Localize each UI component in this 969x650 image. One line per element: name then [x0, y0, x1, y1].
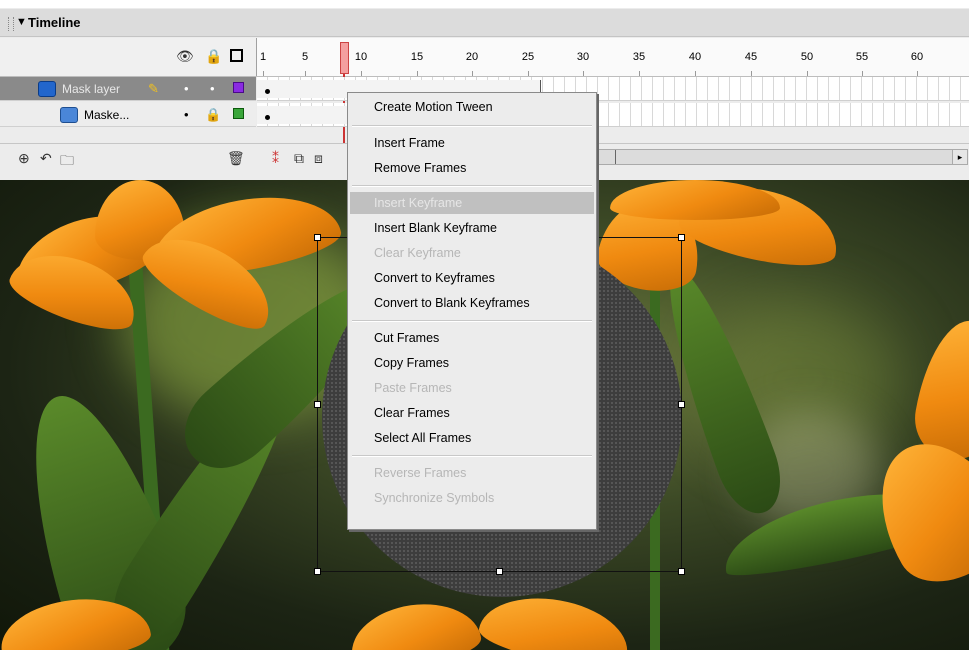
menu-item-clear-frames[interactable]: Clear Frames — [350, 402, 594, 424]
masked-layer-icon — [60, 107, 78, 123]
ruler-tick-line — [583, 71, 584, 76]
ruler-tick-label: 20 — [465, 51, 479, 63]
visibility-dot[interactable]: • — [184, 81, 189, 96]
menu-item-convert-to-blank-keyframes[interactable]: Convert to Blank Keyframes — [350, 292, 594, 314]
timeline-header: 👁 🔒 1 5 10 15 20 25 30 35 40 45 50 55 60 — [0, 38, 969, 77]
ruler-tick-label: 25 — [521, 51, 535, 63]
lock-dot[interactable]: • — [210, 81, 215, 96]
ruler-tick-line — [528, 71, 529, 76]
panel-title: Timeline — [28, 15, 81, 30]
layer-name-cell[interactable]: Maske... • 🔒 — [0, 103, 256, 127]
transform-handle[interactable] — [678, 401, 685, 408]
eye-icon[interactable]: 👁 — [176, 48, 194, 65]
ruler-tick-line — [263, 71, 264, 76]
ruler-tick-label: 55 — [855, 51, 869, 63]
ruler-tick-label: 35 — [632, 51, 646, 63]
lock-icon[interactable]: 🔒 — [205, 107, 221, 123]
ruler-tick-line — [361, 71, 362, 76]
frame-ruler[interactable]: 1 5 10 15 20 25 30 35 40 45 50 55 60 — [256, 38, 969, 76]
ruler-tick-label: 1 — [259, 51, 267, 63]
transform-handle[interactable] — [314, 234, 321, 241]
top-strip — [0, 0, 969, 8]
menu-item-paste-frames: Paste Frames — [374, 381, 452, 395]
scroll-right-arrow-icon[interactable]: ▸ — [952, 150, 967, 164]
menu-item-cut-frames[interactable]: Cut Frames — [350, 327, 594, 349]
outline-icon[interactable] — [230, 49, 243, 62]
keyframe-dot[interactable] — [265, 115, 270, 120]
ruler-tick-label: 30 — [576, 51, 590, 63]
ruler-tick-line — [639, 71, 640, 76]
ruler-tick-label: 10 — [354, 51, 368, 63]
menu-item-copy-frames[interactable]: Copy Frames — [350, 352, 594, 374]
layer-name-cell[interactable]: Mask layer ✎ • • — [0, 77, 256, 101]
menu-item-insert-keyframe[interactable]: Insert Keyframe — [350, 192, 594, 215]
center-frame-icon[interactable]: ⁑ — [272, 150, 279, 167]
ruler-tick-line — [305, 71, 306, 76]
insert-folder-icon[interactable]: 🗀 — [60, 150, 74, 174]
mask-layer-icon — [38, 81, 56, 97]
layer-color-swatch[interactable] — [233, 108, 244, 119]
menu-item-convert-to-keyframes[interactable]: Convert to Keyframes — [350, 267, 594, 289]
menu-item-reverse-frames: Reverse Frames — [374, 466, 467, 481]
layer-color-swatch[interactable] — [233, 82, 244, 93]
menu-item-synchronize-symbols: Synchronize Symbols — [374, 491, 495, 506]
ruler-tick-line — [862, 71, 863, 76]
playhead[interactable] — [340, 42, 349, 74]
pencil-icon: ✎ — [148, 81, 159, 96]
collapse-triangle-icon[interactable]: ▼ — [16, 16, 27, 28]
add-motion-guide-icon[interactable]: ↶ — [40, 150, 52, 167]
transform-handle[interactable] — [314, 401, 321, 408]
trash-icon[interactable]: 🗑 — [227, 150, 245, 167]
menu-item-clear-keyframe: Clear Keyframe — [374, 246, 461, 260]
menu-item-create-motion-tween[interactable]: Create Motion Tween — [350, 96, 594, 118]
ruler-tick-line — [417, 71, 418, 76]
ruler-tick-line — [751, 71, 752, 76]
insert-layer-icon[interactable]: ⊕ — [18, 150, 30, 167]
ruler-tick-line — [695, 71, 696, 76]
ruler-tick-label: 50 — [800, 51, 814, 63]
menu-separator — [352, 185, 592, 188]
menu-separator — [352, 320, 592, 323]
ruler-tick-label: 60 — [910, 51, 924, 63]
context-menu: Create Motion Tween Insert Frame Remove Fr… — [347, 92, 597, 530]
menu-item-insert-frame[interactable]: Insert Frame — [350, 132, 594, 154]
ruler-tick-line — [472, 71, 473, 76]
ruler-tick-label: 15 — [410, 51, 424, 63]
transform-handle[interactable] — [678, 234, 685, 241]
menu-item-insert-blank-keyframe[interactable]: Insert Blank Keyframe — [350, 217, 594, 239]
menu-item-remove-frames[interactable]: Remove Frames — [350, 157, 594, 179]
menu-separator — [352, 455, 592, 458]
menu-item-select-all-frames[interactable]: Select All Frames — [350, 427, 594, 449]
onion-outlines-icon[interactable]: ⧈ — [314, 150, 323, 167]
lily-petal — [346, 596, 484, 650]
onion-skin-icon[interactable]: ⧉ — [294, 150, 304, 167]
scroll-thumb[interactable] — [615, 150, 616, 164]
transform-handle[interactable] — [496, 568, 503, 575]
transform-handle[interactable] — [314, 568, 321, 575]
lock-icon[interactable]: 🔒 — [205, 48, 222, 65]
grip-icon[interactable] — [8, 17, 14, 31]
ruler-tick-label: 45 — [744, 51, 758, 63]
visibility-dot[interactable]: • — [184, 107, 189, 122]
ruler-tick-line — [917, 71, 918, 76]
ruler-tick-label: 40 — [688, 51, 702, 63]
horizontal-scrollbar[interactable]: ▸ — [598, 149, 968, 165]
keyframe-dot[interactable] — [265, 89, 270, 94]
ruler-tick-line — [807, 71, 808, 76]
timeline-titlebar[interactable]: ▼ Timeline — [0, 9, 969, 37]
lily-petal — [908, 314, 969, 466]
menu-separator — [352, 124, 592, 127]
lily-petal — [610, 180, 780, 220]
layer-name: Mask layer — [62, 82, 121, 96]
ruler-tick-label: 5 — [301, 51, 309, 63]
layer-name: Maske... — [84, 108, 130, 122]
transform-handle[interactable] — [678, 568, 685, 575]
